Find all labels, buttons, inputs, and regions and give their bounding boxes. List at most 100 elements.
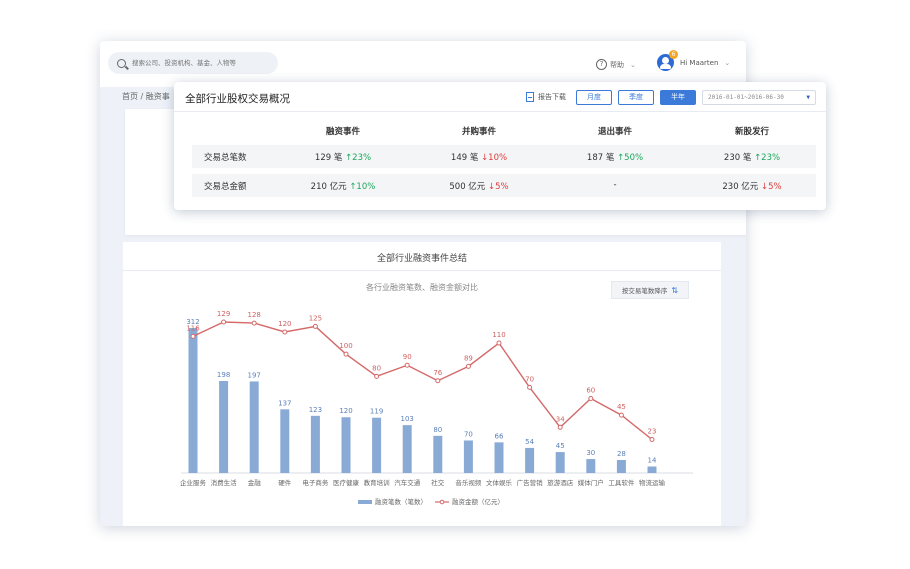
- x-tick-label: 企业服务: [180, 478, 207, 487]
- table-cell: -: [545, 180, 685, 190]
- cell-value: 230 亿元: [722, 182, 759, 192]
- summary-card: 全部行业融资事件总结 各行业融资笔数、融资金额对比 按交易笔数降序 ⇅ 312 企…: [123, 242, 721, 526]
- line-point: [649, 437, 655, 443]
- legend-line-label: 融资金额（亿元）: [452, 497, 504, 506]
- user-name: Hi Maarten: [680, 58, 719, 67]
- table-row: 交易总金额 210 亿元 ↑10% 500 亿元 ↓5% - 230 亿元 ↓5…: [192, 174, 816, 197]
- line-point: [374, 373, 380, 379]
- search-icon[interactable]: [117, 58, 126, 68]
- table-cell: 187 笔 ↑50%: [545, 151, 685, 163]
- bar-value-label: 28: [617, 450, 626, 458]
- line-point: [404, 362, 410, 368]
- line-point: [496, 340, 502, 346]
- bar-value-label: 14: [648, 456, 657, 464]
- line-value-label: 90: [403, 353, 412, 361]
- bar-value-label: 120: [339, 407, 352, 415]
- breadcrumb[interactable]: 首页 / 融资事: [122, 91, 170, 102]
- user-menu[interactable]: 6 Hi Maarten ⌄: [657, 50, 730, 71]
- bar: [525, 447, 535, 473]
- x-tick-label: 医疗健康: [333, 478, 360, 487]
- trend-up: ↑23%: [345, 153, 372, 163]
- bar-value-label: 45: [556, 442, 565, 450]
- search-box[interactable]: [108, 52, 278, 74]
- bar-value-label: 54: [525, 438, 534, 446]
- bar-value-label: 66: [495, 432, 504, 440]
- document-icon: [526, 92, 534, 102]
- cell-value: 187 笔: [586, 153, 615, 163]
- help-menu[interactable]: ? 帮助 ⌄: [596, 59, 636, 70]
- bar: [219, 380, 229, 473]
- bar: [372, 417, 382, 473]
- line-value-label: 23: [648, 428, 657, 436]
- line-point: [618, 412, 624, 418]
- date-range-select[interactable]: 2016-01-01~2016-06-30 ▼: [702, 90, 816, 105]
- cell-value: 230 笔: [723, 153, 752, 163]
- help-label: 帮助: [610, 60, 624, 69]
- line-value-label: 34: [556, 415, 565, 423]
- line-point: [435, 378, 441, 384]
- chevron-down-icon: ⌄: [630, 60, 636, 69]
- bar-value-label: 119: [370, 408, 383, 416]
- x-tick-label: 媒体门户: [578, 478, 604, 487]
- line-point: [557, 424, 563, 430]
- trend-up: ↑10%: [349, 182, 376, 192]
- bar: [249, 381, 259, 473]
- bar-value-label: 137: [278, 399, 291, 407]
- avatar[interactable]: 6: [657, 50, 678, 71]
- legend-line-marker: [439, 499, 445, 505]
- line-value-label: 45: [617, 403, 626, 411]
- row-label: 交易总笔数: [204, 153, 247, 163]
- x-tick-label: 社交: [431, 478, 445, 487]
- line-point: [251, 320, 257, 326]
- caret-down-icon: ▼: [806, 94, 810, 101]
- bar-value-label: 197: [248, 371, 261, 379]
- top-bar: ? 帮助 ⌄ 6 Hi Maarten ⌄: [100, 41, 746, 87]
- column-header: 新股发行: [734, 127, 769, 137]
- bar: [433, 435, 443, 473]
- bar: [280, 409, 290, 473]
- cell-value: -: [613, 180, 617, 190]
- bar: [402, 425, 412, 473]
- line-value-label: 116: [186, 324, 200, 332]
- bar: [586, 459, 596, 473]
- period-tab-halfyear[interactable]: 半年: [660, 90, 696, 105]
- bar-value-label: 80: [433, 426, 442, 434]
- line-point: [343, 351, 349, 357]
- period-tab-month[interactable]: 月度: [576, 90, 612, 105]
- bar: [494, 442, 504, 473]
- line-value-label: 89: [464, 354, 473, 362]
- line-point: [221, 319, 227, 325]
- cell-value: 129 笔: [314, 153, 343, 163]
- search-input[interactable]: [132, 59, 272, 67]
- legend-bar-swatch: [358, 500, 372, 504]
- bar: [310, 415, 320, 473]
- trend-up: ↑23%: [754, 153, 781, 163]
- bar-value-label: 198: [217, 371, 230, 379]
- bar-value-label: 103: [401, 415, 414, 423]
- legend-bar-label: 融资笔数（笔数）: [375, 497, 427, 506]
- x-tick-label: 文体娱乐: [486, 478, 513, 487]
- bar-value-label: 123: [309, 406, 322, 414]
- x-tick-label: 硬件: [278, 478, 292, 487]
- export-button[interactable]: 报告下载: [526, 92, 566, 102]
- period-tab-quarter[interactable]: 季度: [618, 90, 654, 105]
- x-tick-label: 消费生活: [211, 478, 238, 487]
- trend-down: ↓10%: [481, 153, 508, 163]
- table-cell: 500 亿元 ↓5%: [409, 180, 549, 192]
- line-point: [282, 329, 288, 335]
- line-value-label: 129: [217, 310, 230, 318]
- x-tick-label: 电子商务: [302, 478, 329, 487]
- cell-value: 210 亿元: [310, 182, 347, 192]
- table-cell: 230 亿元 ↓5%: [682, 180, 822, 192]
- panel-title: 全部行业股权交易概况: [185, 93, 290, 105]
- table-cell: 230 笔 ↑23%: [682, 151, 822, 163]
- trend-down: ↓5%: [488, 182, 509, 192]
- bar-value-label: 70: [464, 430, 473, 438]
- x-tick-label: 物流运输: [639, 478, 666, 487]
- x-tick-label: 教育培训: [364, 478, 390, 487]
- trend-down: ↓5%: [761, 182, 782, 192]
- overview-panel: 全部行业股权交易概况 报告下载 月度 季度 半年 2016-01-01~2016…: [174, 82, 826, 210]
- bar: [188, 328, 198, 473]
- x-tick-label: 金融: [248, 478, 262, 487]
- x-tick-label: 音乐视频: [455, 478, 482, 487]
